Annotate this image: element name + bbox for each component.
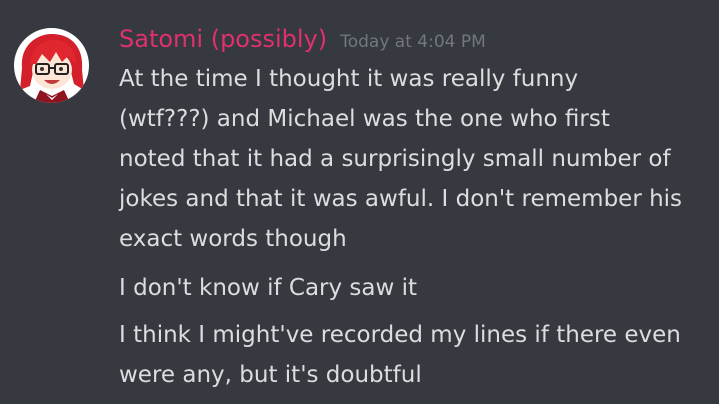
message-line: At the time I thought it was really funn…	[119, 66, 579, 92]
message-line: (wtf???) and Michael was the one who fir…	[119, 106, 610, 132]
message-line: I think I might've recorded my lines if …	[119, 322, 681, 348]
message-line: exact words though	[119, 226, 347, 252]
message-header: Satomi (possibly) Today at 4:04 PM	[119, 22, 486, 59]
timestamp: Today at 4:04 PM	[340, 32, 486, 52]
message-group: Satomi (possibly) Today at 4:04 PM At th…	[0, 0, 719, 404]
message-line: were any, but it's doubtful	[119, 362, 422, 388]
message-line: noted that it had a surprisingly small n…	[119, 146, 671, 172]
message-line: jokes and that it was awful. I don't rem…	[119, 186, 683, 212]
user-avatar-icon	[14, 28, 89, 103]
avatar[interactable]	[14, 28, 89, 103]
username[interactable]: Satomi (possibly)	[119, 25, 327, 53]
message-line: I don't know if Cary saw it	[119, 275, 418, 301]
